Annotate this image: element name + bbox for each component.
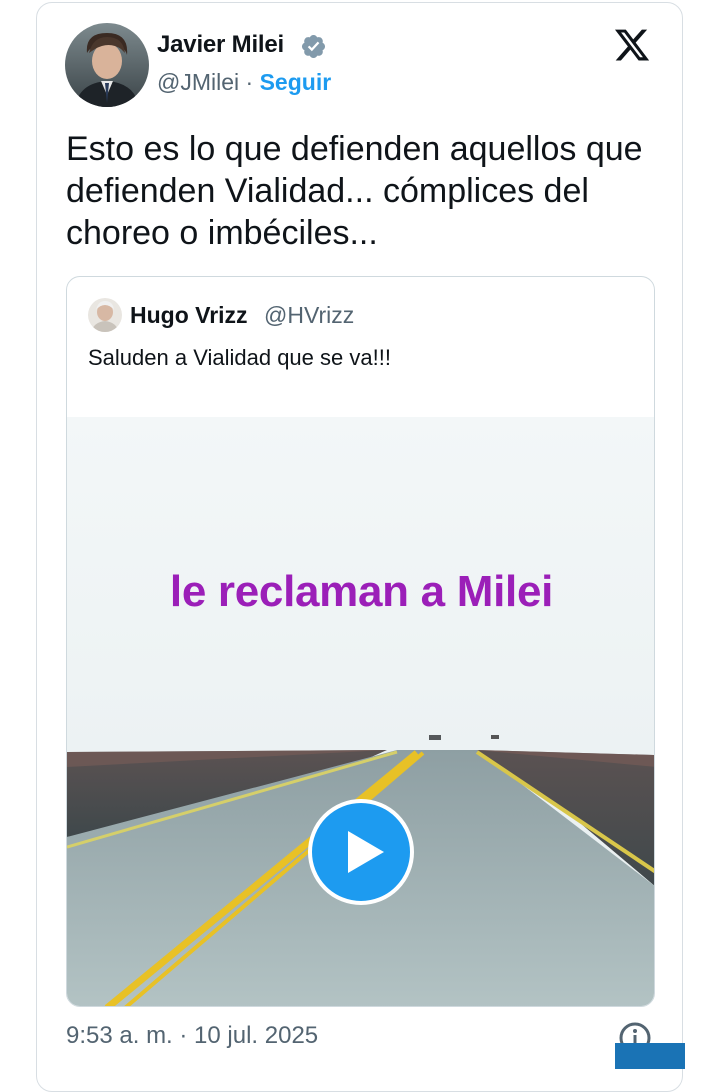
- x-logo-icon[interactable]: [612, 26, 652, 64]
- separator-dot: ·: [245, 69, 254, 95]
- verified-badge-icon: [301, 34, 326, 59]
- author-handle-row: @JMilei · Seguir: [157, 69, 331, 96]
- author-name[interactable]: Javier Milei: [157, 31, 284, 59]
- quoted-author-avatar[interactable]: [88, 298, 122, 332]
- tweet-text: Esto es lo que defienden aquellos que de…: [66, 130, 643, 252]
- video-overlay-caption: le reclaman a Milei: [169, 567, 554, 616]
- quoted-author-name[interactable]: Hugo Vrizz: [130, 302, 248, 329]
- quoted-author-handle[interactable]: @HVrizz: [264, 302, 354, 329]
- quoted-tweet-text: Saluden a Vialidad que se va!!!: [88, 345, 391, 370]
- tweet-timestamp[interactable]: 9:53 a. m. · 10 jul. 2025: [66, 1022, 318, 1050]
- quoted-tweet[interactable]: Hugo Vrizz @HVrizz Saluden a Vialidad qu…: [66, 276, 655, 1007]
- overlay-tab: [615, 1043, 685, 1069]
- video-thumbnail[interactable]: le reclaman a Milei: [67, 417, 654, 1006]
- play-icon[interactable]: [308, 799, 414, 905]
- author-avatar[interactable]: [65, 23, 149, 107]
- follow-button[interactable]: Seguir: [260, 69, 332, 95]
- author-handle[interactable]: @JMilei: [157, 69, 239, 95]
